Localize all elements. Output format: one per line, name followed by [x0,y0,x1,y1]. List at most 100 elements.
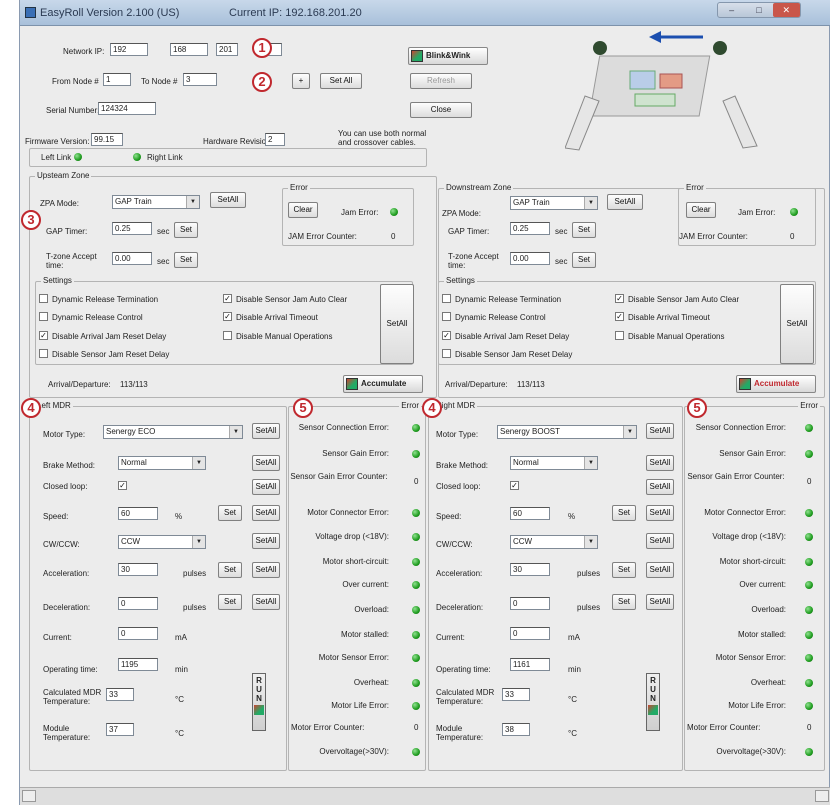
left-run-button[interactable]: RUN [252,673,266,731]
right-cw-setall-button[interactable]: SetAll [646,533,674,549]
right-motor-setall-button[interactable]: SetAll [646,423,674,439]
left-dec-set-button[interactable]: Set [218,594,242,610]
up-accumulate-button[interactable]: Accumulate [343,375,423,393]
down-jam-error-label: Jam Error: [738,208,776,217]
scroll-right-icon[interactable] [815,790,829,802]
left-motor-select[interactable]: Senergy ECO ▼ [103,425,243,439]
up-opt1-label: Dynamic Release Termination [52,295,159,304]
down-gap-set-button[interactable]: Set [572,222,596,238]
right-speed-setall-button[interactable]: SetAll [646,505,674,521]
right-closed-checkbox[interactable]: ✓ [510,481,519,490]
up-settings-setall-button[interactable]: SetAll [380,284,414,364]
left-err-overvoltage: Overvoltage(>30V): [319,747,389,756]
down-tzone-set-button[interactable]: Set [572,252,596,268]
right-dec-set-button[interactable]: Set [612,594,636,610]
to-node-input[interactable]: 3 [183,73,217,86]
right-cw-select[interactable]: CCW ▼ [510,535,598,549]
up-tzone-input[interactable]: 0.00 [112,252,152,265]
right-acc-set-button[interactable]: Set [612,562,636,578]
right-err-gain-counter-value: 0 [807,477,812,486]
up-opt6-checkbox[interactable]: ✓ [223,312,232,321]
down-gap-input[interactable]: 0.25 [510,222,550,235]
blink-wink-button[interactable]: Blink&Wink [408,47,488,65]
down-opt3-checkbox[interactable]: ✓ [442,331,451,340]
up-opt4-checkbox[interactable] [39,349,48,358]
left-cw-setall-button[interactable]: SetAll [252,533,280,549]
left-err-motor-conn: Motor Connector Error: [307,508,389,517]
left-speed-input[interactable]: 60 [118,507,158,520]
left-closed-checkbox[interactable]: ✓ [118,481,127,490]
left-acc-input[interactable]: 30 [118,563,158,576]
down-opt5-checkbox[interactable]: ✓ [615,294,624,303]
up-gap-input[interactable]: 0.25 [112,222,152,235]
up-error-title: Error [288,183,310,192]
refresh-button[interactable]: Refresh [410,73,472,89]
down-opt2-checkbox[interactable] [442,312,451,321]
ip-octet-3[interactable]: 201 [216,43,238,56]
right-run-button[interactable]: RUN [646,673,660,731]
down-tzone-input[interactable]: 0.00 [510,252,550,265]
ip-octet-2[interactable]: 168 [170,43,208,56]
up-opt3-checkbox[interactable]: ✓ [39,331,48,340]
left-brake-setall-button[interactable]: SetAll [252,455,280,471]
right-acc-setall-button[interactable]: SetAll [646,562,674,578]
right-module-unit: °C [568,729,577,738]
up-zpa-setall-button[interactable]: SetAll [210,192,246,208]
left-acc-set-button[interactable]: Set [218,562,242,578]
left-acc-setall-button[interactable]: SetAll [252,562,280,578]
left-err-over-current-led-icon [412,581,420,589]
right-brake-setall-button[interactable]: SetAll [646,455,674,471]
down-opt1-checkbox[interactable] [442,294,451,303]
scroll-left-icon[interactable] [22,790,36,802]
plus-button[interactable]: + [292,73,310,89]
hardware-label: Hardware Revision: [203,137,273,146]
left-speed-label: Speed: [43,512,69,521]
horizontal-scrollbar[interactable] [20,787,830,805]
down-tzone-label: T-zone Accept time: [448,252,499,270]
left-speed-setall-button[interactable]: SetAll [252,505,280,521]
down-zpa-setall-button[interactable]: SetAll [607,194,643,210]
right-motor-select[interactable]: Senergy BOOST ▼ [497,425,637,439]
up-tzone-set-button[interactable]: Set [174,252,198,268]
up-gap-unit: sec [157,227,170,236]
maximize-button[interactable]: □ [745,5,772,15]
left-dec-input[interactable]: 0 [118,597,158,610]
up-opt7-checkbox[interactable] [223,331,232,340]
up-clear-button[interactable]: Clear [288,202,318,218]
close-button[interactable]: Close [410,102,472,118]
chevron-down-icon: ▼ [229,426,242,438]
down-error-title: Error [684,183,706,192]
down-opt6-checkbox[interactable]: ✓ [615,312,624,321]
up-zpa-select[interactable]: GAP Train ▼ [112,195,200,209]
left-dec-setall-button[interactable]: SetAll [252,594,280,610]
left-motor-setall-button[interactable]: SetAll [252,423,280,439]
right-acc-input[interactable]: 30 [510,563,550,576]
left-brake-select[interactable]: Normal ▼ [118,456,206,470]
down-clear-button[interactable]: Clear [686,202,716,218]
down-zpa-select[interactable]: GAP Train ▼ [510,196,598,210]
right-module-field: 38 [502,723,530,736]
up-opt2-checkbox[interactable] [39,312,48,321]
left-cw-select[interactable]: CCW ▼ [118,535,206,549]
right-closed-setall-button[interactable]: SetAll [646,479,674,495]
from-node-input[interactable]: 1 [103,73,131,86]
right-dec-input[interactable]: 0 [510,597,550,610]
up-opt5-checkbox[interactable]: ✓ [223,294,232,303]
down-settings-setall-button[interactable]: SetAll [780,284,814,364]
minimize-button[interactable]: – [718,5,745,15]
right-dec-setall-button[interactable]: SetAll [646,594,674,610]
right-brake-select[interactable]: Normal ▼ [510,456,598,470]
close-window-button[interactable]: ✕ [772,3,800,17]
up-zpa-value: GAP Train [115,197,152,206]
set-all-nodes-button[interactable]: Set All [320,73,362,89]
ip-octet-1[interactable]: 192 [110,43,148,56]
up-opt1-checkbox[interactable] [39,294,48,303]
right-speed-input[interactable]: 60 [510,507,550,520]
down-opt4-checkbox[interactable] [442,349,451,358]
down-opt7-checkbox[interactable] [615,331,624,340]
left-speed-set-button[interactable]: Set [218,505,242,521]
right-speed-set-button[interactable]: Set [612,505,636,521]
up-gap-set-button[interactable]: Set [174,222,198,238]
left-closed-setall-button[interactable]: SetAll [252,479,280,495]
down-accumulate-button[interactable]: Accumulate [736,375,816,393]
